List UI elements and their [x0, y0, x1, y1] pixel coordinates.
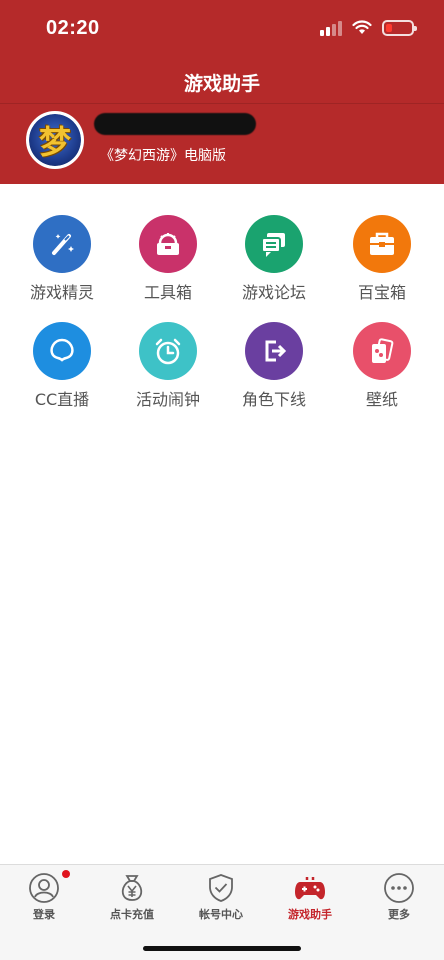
- tool-row: CC直播 活动闹钟 角色下线 壁纸: [0, 322, 444, 422]
- logout-icon: [245, 322, 303, 380]
- alarm-clock-icon: [139, 322, 197, 380]
- forum-icon: [245, 215, 303, 273]
- status-icons: [320, 20, 417, 36]
- tab-login[interactable]: 登录: [0, 865, 88, 929]
- tool-label: 百宝箱: [357, 283, 406, 302]
- tab-label: 游戏助手: [288, 908, 332, 921]
- signal-icon: [320, 20, 342, 36]
- tab-game-assistant[interactable]: 游戏助手: [266, 865, 354, 929]
- tool-row: 游戏精灵 工具箱 游戏论坛 百宝箱: [0, 215, 444, 315]
- tool-label: 游戏精灵: [29, 283, 94, 302]
- magic-wand-icon: [33, 215, 91, 273]
- status-time: 02:20: [46, 17, 100, 39]
- profile-card[interactable]: 梦 《梦幻西游》电脑版: [0, 105, 444, 184]
- shield-check-icon: [209, 874, 233, 902]
- tab-label: 更多: [388, 908, 410, 921]
- account-name-redacted: [94, 113, 256, 135]
- battery-icon: [382, 20, 417, 36]
- cc-live-icon: [33, 322, 91, 380]
- tool-wallpaper[interactable]: 壁纸: [330, 322, 434, 410]
- notification-badge: [62, 870, 70, 878]
- avatar-logo: 梦: [38, 123, 71, 161]
- money-bag-icon: [121, 875, 143, 901]
- tool-logout-role[interactable]: 角色下线: [222, 322, 326, 410]
- user-icon: [29, 873, 59, 903]
- tool-toolbox[interactable]: 工具箱: [116, 215, 220, 303]
- tool-treasure-box[interactable]: 百宝箱: [330, 215, 434, 303]
- tool-cc-live[interactable]: CC直播: [10, 322, 114, 410]
- more-icon: [384, 873, 414, 903]
- tool-label: 角色下线: [241, 390, 306, 409]
- tool-alarm[interactable]: 活动闹钟: [116, 322, 220, 410]
- tool-forum[interactable]: 游戏论坛: [222, 215, 326, 303]
- title-bar: 游戏助手: [0, 60, 444, 104]
- tool-label: CC直播: [34, 390, 90, 409]
- tool-label: 游戏论坛: [241, 283, 306, 302]
- tool-game-sprite[interactable]: 游戏精灵: [10, 215, 114, 303]
- wallpaper-icon: [353, 322, 411, 380]
- account-game-name: 《梦幻西游》电脑版: [100, 148, 226, 164]
- tab-label: 帐号中心: [199, 908, 243, 921]
- toolbox-icon: [139, 215, 197, 273]
- tab-label: 登录: [33, 908, 55, 921]
- avatar[interactable]: 梦: [26, 111, 84, 169]
- page-title: 游戏助手: [183, 73, 260, 95]
- tool-label: 工具箱: [143, 283, 192, 302]
- wifi-icon: [352, 20, 372, 34]
- tab-label: 点卡充值: [110, 908, 154, 921]
- home-indicator[interactable]: [143, 946, 301, 951]
- gamepad-icon: [295, 877, 325, 900]
- status-bar: 02:20: [0, 0, 444, 60]
- tool-label: 活动闹钟: [135, 390, 200, 409]
- treasure-box-icon: [353, 215, 411, 273]
- header: 02:20 游戏助手 梦 《梦幻西游》电脑版: [0, 0, 444, 184]
- tool-label: 壁纸: [365, 390, 398, 409]
- tab-recharge[interactable]: 点卡充值: [88, 865, 176, 929]
- tab-more[interactable]: 更多: [355, 865, 443, 929]
- tab-account-center[interactable]: 帐号中心: [177, 865, 265, 929]
